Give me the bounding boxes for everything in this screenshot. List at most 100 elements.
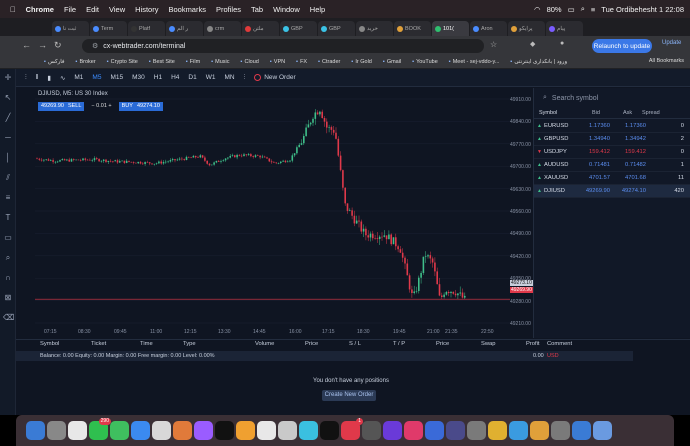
dock-app-icon[interactable]	[215, 421, 234, 440]
dock-app-icon[interactable]	[278, 421, 297, 440]
dock-app-icon[interactable]	[194, 421, 213, 440]
bookmark-item[interactable]: Film	[186, 59, 200, 65]
bookmark-item[interactable]: Ctrader	[318, 59, 340, 65]
market-watch-row[interactable]: ▲ EURUSD 1.17360 1.17360 0	[534, 120, 690, 133]
menu-view[interactable]: View	[109, 5, 125, 14]
tf-d1[interactable]: D1	[188, 74, 196, 81]
wifi-icon[interactable]: ◠	[534, 5, 541, 14]
cursor-icon[interactable]: ↖	[3, 93, 13, 103]
lot-size-input[interactable]: − 0.01 +	[87, 102, 115, 111]
dock-app-icon[interactable]	[425, 421, 444, 440]
fibo-icon[interactable]: ≡	[3, 193, 13, 203]
menu-profiles[interactable]: Profiles	[216, 5, 241, 14]
dock-app-icon[interactable]	[152, 421, 171, 440]
browser-tab[interactable]: پیام	[546, 21, 583, 36]
new-order-button[interactable]: New Order	[254, 74, 296, 81]
bookmark-item[interactable]: Gmail	[383, 59, 401, 65]
market-watch-row[interactable]: ▲ AUDUSD 0.71481 0.71482 1	[534, 159, 690, 172]
lot-decrease-icon[interactable]: −	[91, 103, 94, 109]
market-watch-row[interactable]: ▲ XAUUSD 4701.57 4701.68 11	[534, 172, 690, 185]
hline-icon[interactable]: ─	[3, 133, 13, 143]
dock-app-icon[interactable]	[446, 421, 465, 440]
browser-tab[interactable]: BOOK	[394, 21, 431, 36]
dock-app-icon[interactable]: 290	[89, 418, 111, 440]
candles-icon[interactable]: ▮	[47, 74, 51, 82]
dock-app-icon[interactable]	[530, 421, 549, 440]
relaunch-update-button[interactable]: Relaunch to update	[592, 39, 652, 53]
chart-type-icon[interactable]: ⫶	[25, 74, 27, 82]
menu-file[interactable]: File	[64, 5, 76, 14]
symbol-search[interactable]: ⌕ Search symbol	[538, 90, 687, 106]
site-info-icon[interactable]: ⚙	[92, 42, 98, 50]
dock-app-icon[interactable]	[383, 421, 402, 440]
dock-app-icon[interactable]	[257, 421, 276, 440]
bookmark-item[interactable]: VPN	[270, 59, 285, 65]
browser-tab[interactable]: Aron	[470, 21, 507, 36]
sell-button[interactable]: 49269.90 SELL	[38, 102, 85, 111]
forward-arrow-icon[interactable]: →	[38, 40, 47, 50]
dock-app-icon[interactable]	[488, 421, 507, 440]
browser-tab-active[interactable]: 101(	[432, 21, 469, 36]
create-new-order-button[interactable]: Create New Order	[322, 390, 376, 401]
trendline-icon[interactable]: ╱	[3, 113, 13, 123]
dock-app-icon[interactable]	[110, 421, 129, 440]
dock-app-icon[interactable]	[320, 421, 339, 440]
dock-app-icon[interactable]	[173, 421, 192, 440]
dock-app-icon[interactable]	[551, 421, 570, 440]
tf-h4[interactable]: H4	[171, 74, 179, 81]
bookmark-item[interactable]: ورود | بانکداری اینترنتی	[510, 59, 567, 65]
bookmark-item[interactable]: Cloud	[241, 59, 258, 65]
crosshair-icon[interactable]: ✛	[3, 73, 13, 83]
dock-app-icon[interactable]	[236, 421, 255, 440]
dock-app-icon[interactable]	[131, 421, 150, 440]
menu-help[interactable]: Help	[310, 5, 325, 14]
tf-m30[interactable]: M30	[132, 74, 145, 81]
menu-tab[interactable]: Tab	[251, 5, 263, 14]
browser-tab[interactable]: ثبت نا	[52, 21, 89, 36]
menu-history[interactable]: History	[135, 5, 158, 14]
tf-mn[interactable]: MN	[224, 74, 234, 81]
tf-m15[interactable]: M15	[110, 74, 123, 81]
browser-tab[interactable]: Platf	[128, 21, 165, 36]
shape-icon[interactable]: ▭	[3, 233, 13, 243]
channel-icon[interactable]: ⫽	[3, 173, 13, 183]
browser-tab[interactable]: GBP	[318, 21, 355, 36]
buy-button[interactable]: BUY 49274.10	[118, 102, 163, 111]
extension-icon[interactable]: ◆	[530, 40, 535, 48]
bookmark-item[interactable]: Ir Gold	[351, 59, 372, 65]
indicators-icon[interactable]: ⫶	[244, 74, 246, 82]
market-watch-row[interactable]: ▲ DJIUSD 49269.90 49274.10 420	[534, 185, 690, 198]
text-tool-icon[interactable]: T	[3, 213, 13, 223]
browser-tab[interactable]: ر الم	[166, 21, 203, 36]
tf-h1[interactable]: H1	[154, 74, 162, 81]
all-bookmarks-button[interactable]: All Bookmarks	[649, 58, 684, 64]
market-watch-row[interactable]: ▼ USDJPY 159.412 159.412 0	[534, 146, 690, 159]
browser-tab[interactable]: GBP	[280, 21, 317, 36]
menu-edit[interactable]: Edit	[86, 5, 99, 14]
dock-app-icon[interactable]	[593, 421, 612, 440]
dock-app-icon[interactable]	[404, 421, 423, 440]
bookmark-item[interactable]: Broker	[76, 59, 96, 65]
dock-app-icon[interactable]	[68, 421, 87, 440]
market-watch-row[interactable]: ▲ GBPUSD 1.34940 1.34942 2	[534, 133, 690, 146]
tf-m1[interactable]: M1	[74, 74, 83, 81]
battery-icon[interactable]: ▭	[568, 5, 575, 14]
back-arrow-icon[interactable]: ←	[22, 40, 31, 50]
dock-app-icon[interactable]	[26, 421, 45, 440]
line-chart-icon[interactable]: ∿	[60, 74, 65, 82]
bookmark-item[interactable]: فارکس	[44, 59, 65, 65]
apple-icon[interactable]: 	[10, 5, 16, 14]
bookmark-item[interactable]: YouTube	[412, 59, 438, 65]
control-center-icon[interactable]: ≡	[591, 5, 595, 14]
dock-app-icon[interactable]	[509, 421, 528, 440]
browser-tab[interactable]: crm	[204, 21, 241, 36]
bookmark-item[interactable]: FX	[296, 59, 307, 65]
bookmark-item[interactable]: Meet - sej-vddo-y...	[449, 59, 500, 65]
dock-app-icon[interactable]	[572, 421, 591, 440]
bookmark-star-icon[interactable]: ☆	[490, 40, 497, 49]
lock-icon[interactable]: ⊠	[3, 293, 13, 303]
dock-app-icon[interactable]	[47, 421, 66, 440]
tf-w1[interactable]: W1	[206, 74, 216, 81]
menu-window[interactable]: Window	[273, 5, 300, 14]
bookmark-item[interactable]: Music	[211, 59, 229, 65]
